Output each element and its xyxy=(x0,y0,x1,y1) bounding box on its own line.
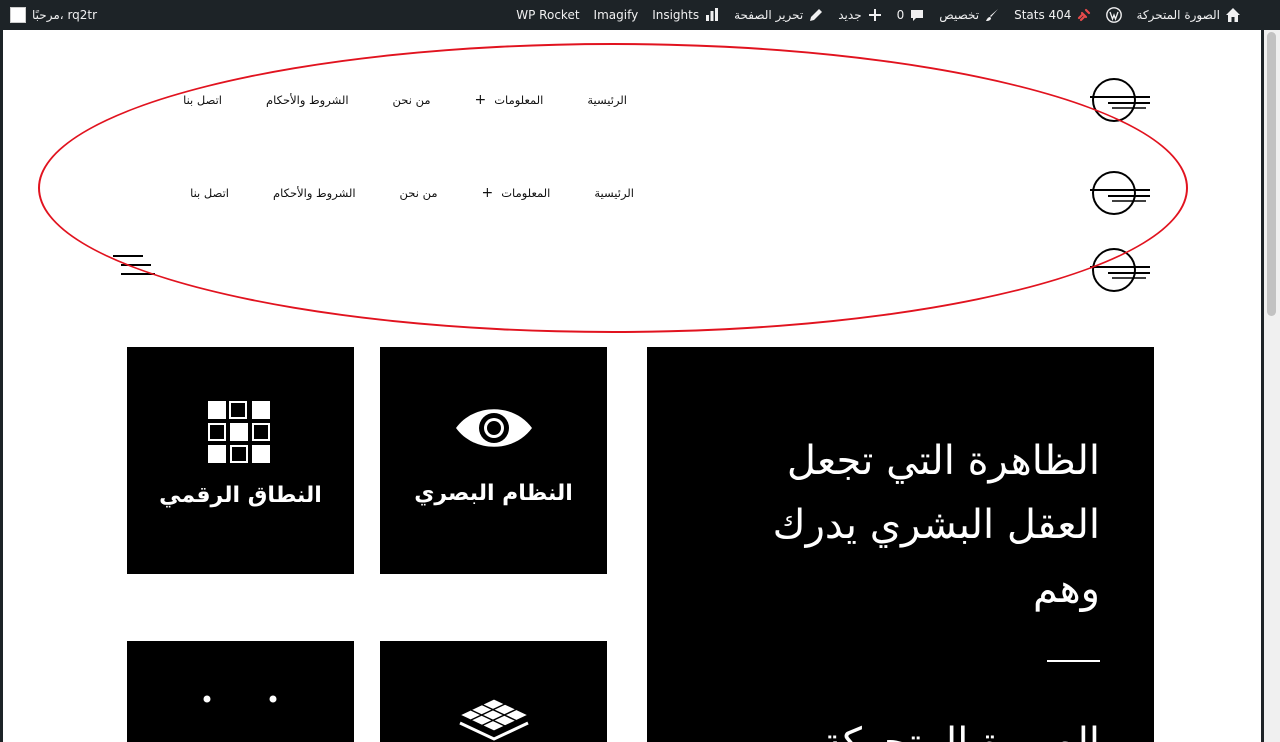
site-header-mobile xyxy=(40,246,1180,306)
site-header-2: الرئيسية المعلومات + من نحن الشروط والأحك… xyxy=(40,169,1180,229)
site-logo-icon[interactable] xyxy=(1090,169,1150,217)
dots-icon xyxy=(203,695,277,703)
eye-icon xyxy=(456,409,532,447)
plus-icon xyxy=(867,7,883,23)
greeting-text[interactable]: مرحبًا، rq2tr xyxy=(32,8,97,22)
nav-item-info[interactable]: المعلومات + xyxy=(475,92,544,108)
account-menu[interactable]: مرحبًا، rq2tr xyxy=(10,0,97,30)
new-content-link[interactable]: جديد xyxy=(831,0,889,30)
hero-headline-line-3: وهم xyxy=(1032,566,1100,612)
hero-subheading: الصورة المتحركة xyxy=(821,711,1100,742)
hero-divider xyxy=(1047,660,1100,662)
nav-item-terms[interactable]: الشروط والأحكام xyxy=(266,92,349,108)
customize-link[interactable]: تخصيص xyxy=(932,0,1007,30)
home-icon xyxy=(1225,7,1241,23)
nav-item-about[interactable]: من نحن xyxy=(393,92,431,108)
hero-headline-line-1: الظاهرة التي تجعل xyxy=(786,438,1100,484)
submenu-toggle-icon[interactable]: + xyxy=(475,92,487,108)
wp-rocket-link[interactable]: WP Rocket xyxy=(509,0,586,30)
site-name-link[interactable]: الصورة المتحركة xyxy=(1129,0,1248,30)
comments-link[interactable]: 0 xyxy=(890,0,933,30)
comment-icon xyxy=(909,7,925,23)
scrollbar-thumb[interactable] xyxy=(1267,32,1276,316)
wordpress-icon xyxy=(1106,7,1123,23)
wordpress-menu[interactable] xyxy=(1099,0,1129,30)
card-title: النظام البصري xyxy=(414,481,573,506)
nav-item-terms[interactable]: الشروط والأحكام xyxy=(273,185,356,201)
wp-admin-bar: مرحبًا، rq2tr الصورة المتحركة Stats 404 … xyxy=(0,0,1280,30)
nav-item-home[interactable]: الرئيسية xyxy=(594,185,634,201)
layers-icon xyxy=(458,698,530,741)
primary-nav: الرئيسية المعلومات + من نحن الشروط والأحك… xyxy=(190,185,634,201)
nav-item-contact[interactable]: اتصل بنا xyxy=(190,185,229,201)
nav-item-home[interactable]: الرئيسية xyxy=(587,92,627,108)
insights-link[interactable]: Insights xyxy=(645,0,727,30)
nav-item-contact[interactable]: اتصل بنا xyxy=(183,92,222,108)
card-title: النطاق الرقمي xyxy=(159,483,322,508)
card-digital-domain[interactable]: النطاق الرقمي xyxy=(127,347,354,574)
card-layers[interactable] xyxy=(380,641,607,742)
browser-viewport: مرحبًا، rq2tr الصورة المتحركة Stats 404 … xyxy=(0,0,1280,742)
site-header-1: الرئيسية المعلومات + من نحن الشروط والأحك… xyxy=(40,76,1180,136)
bar-chart-icon xyxy=(704,7,720,23)
card-dots[interactable] xyxy=(127,641,354,742)
submenu-toggle-icon[interactable]: + xyxy=(482,185,494,201)
brush-icon xyxy=(984,7,1000,23)
site-logo-icon[interactable] xyxy=(1090,246,1150,294)
nav-item-about[interactable]: من نحن xyxy=(400,185,438,201)
stats-404-link[interactable]: Stats 404 xyxy=(1007,0,1099,30)
nav-item-info[interactable]: المعلومات + xyxy=(482,185,551,201)
edit-page-link[interactable]: تحرير الصفحة xyxy=(727,0,831,30)
pencil-icon xyxy=(808,7,824,23)
primary-nav: الرئيسية المعلومات + من نحن الشروط والأحك… xyxy=(183,92,627,108)
window-border-left xyxy=(0,30,3,742)
broken-link-icon xyxy=(1076,7,1092,23)
hero-card[interactable]: الظاهرة التي تجعل العقل البشري يدرك وهم … xyxy=(647,347,1154,742)
avatar[interactable] xyxy=(10,7,26,23)
imagify-link[interactable]: Imagify xyxy=(587,0,646,30)
grid-icon xyxy=(208,401,270,463)
card-visual-system[interactable]: النظام البصري xyxy=(380,347,607,574)
hero-headline-line-2: العقل البشري يدرك xyxy=(772,502,1100,548)
site-logo-icon[interactable] xyxy=(1090,76,1150,124)
hamburger-menu-icon[interactable] xyxy=(113,254,155,276)
